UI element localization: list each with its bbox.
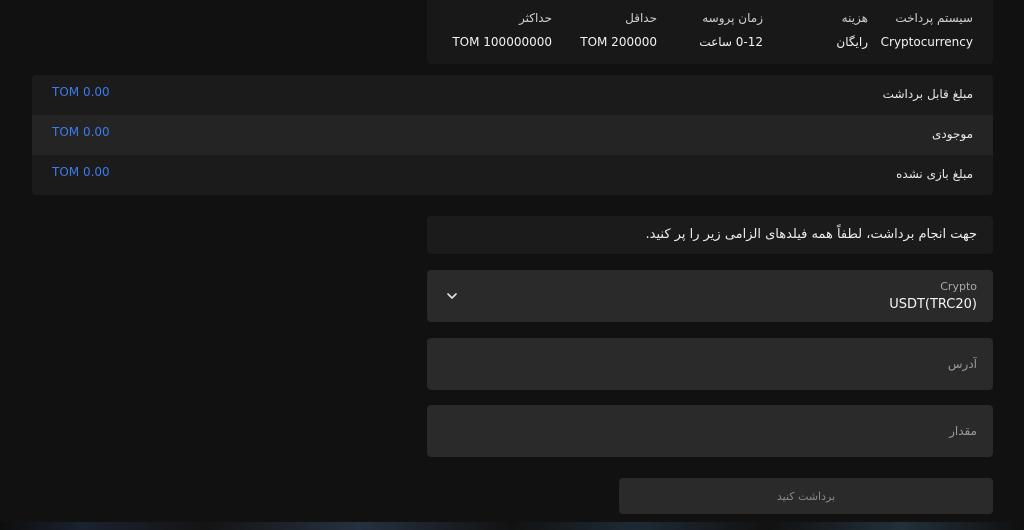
maximum-value: TOM 100000000 (452, 35, 552, 49)
payment-system-column: سیستم پرداخت Cryptocurrency (881, 10, 973, 50)
minimum-header: حداقل (625, 11, 657, 25)
address-input[interactable] (427, 338, 993, 390)
process-time-column: زمان پروسه 0-12 ساعت (699, 10, 763, 50)
fee-column: هزینه رایگان (836, 10, 868, 50)
chevron-down-icon[interactable] (445, 289, 459, 303)
crypto-select[interactable]: Crypto USDT(TRC20) (427, 270, 993, 322)
maximum-header: حداکثر (518, 11, 552, 25)
withdrawable-amount-value: TOM 0.00 (52, 85, 110, 99)
address-field-wrapper (427, 338, 993, 390)
table-row: مبلغ بازی نشده TOM 0.00 (32, 155, 993, 195)
crypto-select-label: Crypto (940, 280, 977, 293)
withdraw-button[interactable]: برداشت کنید (619, 478, 993, 514)
table-row: مبلغ قابل برداشت TOM 0.00 (32, 75, 993, 115)
amount-input[interactable] (427, 405, 993, 457)
form-instruction: جهت انجام برداشت، لطفاً همه فیلدهای الزا… (427, 216, 993, 254)
table-row: موجودی TOM 0.00 (32, 115, 993, 155)
process-time-header: زمان پروسه (702, 11, 763, 25)
footer-background-strip (0, 522, 1024, 530)
withdrawable-amount-label: مبلغ قابل برداشت (882, 87, 973, 101)
balance-label: موجودی (932, 127, 973, 141)
balance-value: TOM 0.00 (52, 125, 110, 139)
payment-info-card: سیستم پرداخت Cryptocurrency هزینه رایگان… (427, 0, 993, 64)
unplayed-amount-value: TOM 0.00 (52, 165, 110, 179)
fee-value: رایگان (836, 35, 868, 49)
instruction-text: جهت انجام برداشت، لطفاً همه فیلدهای الزا… (645, 227, 977, 242)
payment-system-header: سیستم پرداخت (895, 11, 973, 25)
fee-header: هزینه (841, 11, 868, 25)
unplayed-amount-label: مبلغ بازی نشده (896, 167, 973, 181)
payment-system-value: Cryptocurrency (880, 35, 973, 49)
minimum-value: TOM 200000 (580, 35, 657, 49)
balance-table: مبلغ قابل برداشت TOM 0.00 موجودی TOM 0.0… (32, 75, 993, 195)
minimum-column: حداقل TOM 200000 (580, 10, 657, 50)
amount-field-wrapper (427, 405, 993, 457)
maximum-column: حداکثر TOM 100000000 (452, 10, 552, 50)
process-time-value: 0-12 ساعت (699, 35, 763, 49)
crypto-select-value: USDT(TRC20) (889, 297, 977, 312)
